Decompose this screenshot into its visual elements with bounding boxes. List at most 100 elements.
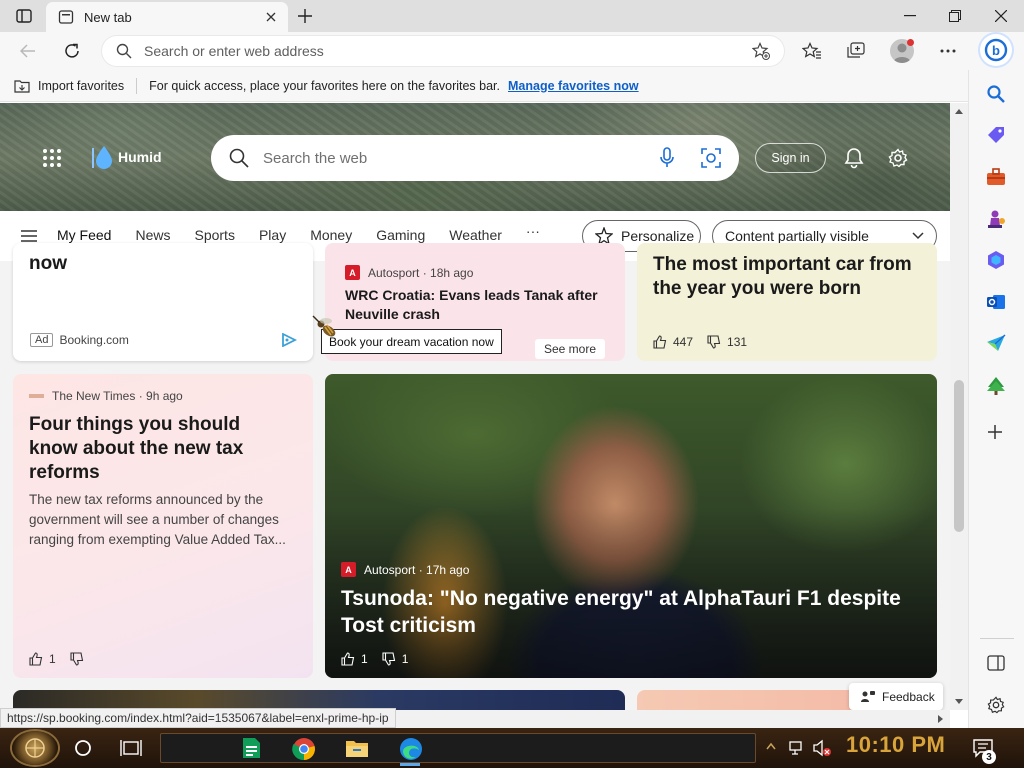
taskbar-clock[interactable]: 10:10 PM — [846, 732, 945, 758]
address-bar[interactable]: Search or enter web address — [102, 36, 784, 66]
task-view-icon[interactable] — [120, 738, 142, 758]
nav-play[interactable]: Play — [259, 227, 286, 243]
scroll-down-arrow-icon[interactable] — [955, 699, 963, 705]
tab-title: New tab — [84, 9, 132, 25]
import-favorites-icon[interactable] — [14, 79, 30, 93]
humidity-drop-icon — [90, 144, 114, 170]
new-times-logo-icon — [29, 394, 44, 398]
autosport-logo-icon: A — [341, 562, 356, 577]
car-headline[interactable]: The most important car from the year you… — [653, 253, 913, 301]
tax-headline[interactable]: Four things you should know about the ne… — [29, 413, 291, 485]
nav-money[interactable]: Money — [310, 227, 352, 243]
more-menu-icon[interactable] — [936, 40, 960, 62]
sidebar-settings-gear-icon[interactable] — [987, 696, 1005, 714]
tab-actions-icon[interactable] — [14, 7, 34, 25]
adchoices-icon[interactable] — [281, 333, 297, 347]
minimize-button[interactable] — [898, 8, 922, 24]
vertical-scrollbar[interactable] — [950, 103, 968, 710]
scroll-right-arrow-icon[interactable] — [938, 715, 944, 723]
like-count: 1 — [49, 652, 56, 666]
notifications-bell-icon[interactable] — [842, 145, 866, 171]
chevron-down-icon — [912, 232, 924, 240]
dislike-button[interactable] — [70, 652, 84, 666]
tray-chevron-icon[interactable] — [766, 741, 776, 753]
restore-button[interactable] — [943, 8, 967, 24]
sidebar-search-icon[interactable] — [986, 84, 1006, 104]
address-input[interactable]: Search or enter web address — [144, 43, 740, 59]
microsoft-365-icon[interactable] — [986, 250, 1006, 270]
microphone-icon[interactable] — [659, 147, 675, 169]
web-search-box[interactable]: Search the web — [211, 135, 739, 181]
volume-muted-icon[interactable] — [812, 739, 832, 757]
f1-headline[interactable]: Tsunoda: "No negative energy" at AlphaTa… — [341, 585, 901, 639]
manage-favorites-link[interactable]: Manage favorites now — [508, 79, 639, 93]
web-search-input[interactable]: Search the web — [263, 150, 645, 167]
scroll-up-arrow-icon[interactable] — [955, 108, 963, 114]
network-icon[interactable] — [788, 739, 808, 757]
see-more-button[interactable]: See more — [535, 339, 605, 359]
search-circle-icon[interactable] — [74, 739, 92, 757]
collections-icon[interactable] — [844, 40, 868, 62]
drop-send-icon[interactable] — [986, 334, 1006, 352]
like-button[interactable]: 447 — [653, 335, 693, 349]
close-window-button[interactable] — [989, 8, 1013, 24]
edge-app-icon[interactable] — [398, 736, 424, 762]
chrome-app-icon[interactable] — [292, 737, 316, 761]
hamburger-menu-icon[interactable] — [20, 228, 38, 244]
nav-gaming[interactable]: Gaming — [376, 227, 425, 243]
shopping-tag-icon[interactable] — [986, 126, 1006, 146]
sheets-app-icon[interactable] — [240, 737, 262, 759]
back-button[interactable] — [16, 41, 40, 61]
wrc-headline[interactable]: WRC Croatia: Evans leads Tanak after Neu… — [345, 286, 613, 324]
favorites-hint: For quick access, place your favorites h… — [149, 78, 501, 93]
news-card-partial[interactable] — [13, 690, 625, 710]
like-count: 447 — [673, 335, 694, 349]
content-visibility-label: Content partially visible — [725, 228, 869, 244]
import-favorites-button[interactable]: Import favorites — [38, 79, 124, 93]
favorites-icon[interactable] — [800, 40, 824, 62]
apps-launcher-icon[interactable] — [40, 147, 64, 169]
nav-my-feed[interactable]: My Feed — [57, 227, 112, 257]
dislike-count: 131 — [727, 335, 748, 349]
favorites-bar: Import favorites For quick access, place… — [0, 70, 968, 102]
dislike-button[interactable]: 1 — [382, 652, 408, 666]
like-button[interactable]: 1 — [341, 652, 368, 666]
bing-chat-icon[interactable]: b — [980, 34, 1012, 66]
refresh-button[interactable] — [60, 40, 84, 62]
nav-more-button[interactable]: ··· — [526, 223, 540, 243]
nav-weather[interactable]: Weather — [449, 227, 502, 243]
outlook-icon[interactable] — [986, 292, 1006, 312]
sign-in-button[interactable]: Sign in — [755, 143, 826, 173]
new-tab-page: Humid Search the web Sign in My Feed New… — [0, 103, 950, 710]
active-app-indicator — [400, 763, 420, 766]
dislike-button[interactable]: 131 — [707, 335, 747, 349]
tools-briefcase-icon[interactable] — [986, 168, 1006, 186]
close-tab-icon[interactable] — [266, 12, 276, 22]
visual-search-icon[interactable] — [701, 148, 721, 168]
split-screen-icon[interactable] — [987, 655, 1005, 671]
tax-source: The New Times · 9h ago — [52, 389, 183, 403]
edge-sidebar — [968, 70, 1024, 728]
like-button[interactable]: 1 — [29, 652, 56, 666]
tax-news-card[interactable]: The New Times · 9h ago Four things you s… — [13, 374, 313, 678]
booking-ad-card[interactable]: now Ad Booking.com — [13, 243, 313, 361]
scroll-thumb[interactable] — [954, 380, 964, 532]
car-news-card[interactable]: The most important car from the year you… — [637, 243, 937, 361]
new-tab-button[interactable] — [294, 6, 316, 26]
f1-news-card[interactable]: A Autosport · 17h ago Tsunoda: "No negat… — [325, 374, 937, 678]
file-explorer-icon[interactable] — [345, 738, 369, 758]
nav-sports[interactable]: Sports — [194, 227, 234, 243]
notification-count-badge: 3 — [982, 750, 996, 764]
start-button[interactable] — [12, 731, 58, 765]
add-sidebar-app-icon[interactable] — [987, 424, 1003, 440]
feedback-button[interactable]: Feedback — [849, 683, 943, 710]
tab-new-tab[interactable]: New tab — [46, 2, 288, 32]
games-chess-icon[interactable] — [986, 209, 1006, 229]
page-settings-gear-icon[interactable] — [886, 146, 910, 170]
feedback-label: Feedback — [882, 689, 935, 704]
ad-title: now — [29, 253, 67, 274]
weather-widget[interactable]: Humid — [90, 144, 162, 170]
tree-icon[interactable] — [986, 376, 1006, 396]
add-favorite-icon[interactable] — [752, 42, 770, 60]
nav-news[interactable]: News — [135, 227, 170, 243]
